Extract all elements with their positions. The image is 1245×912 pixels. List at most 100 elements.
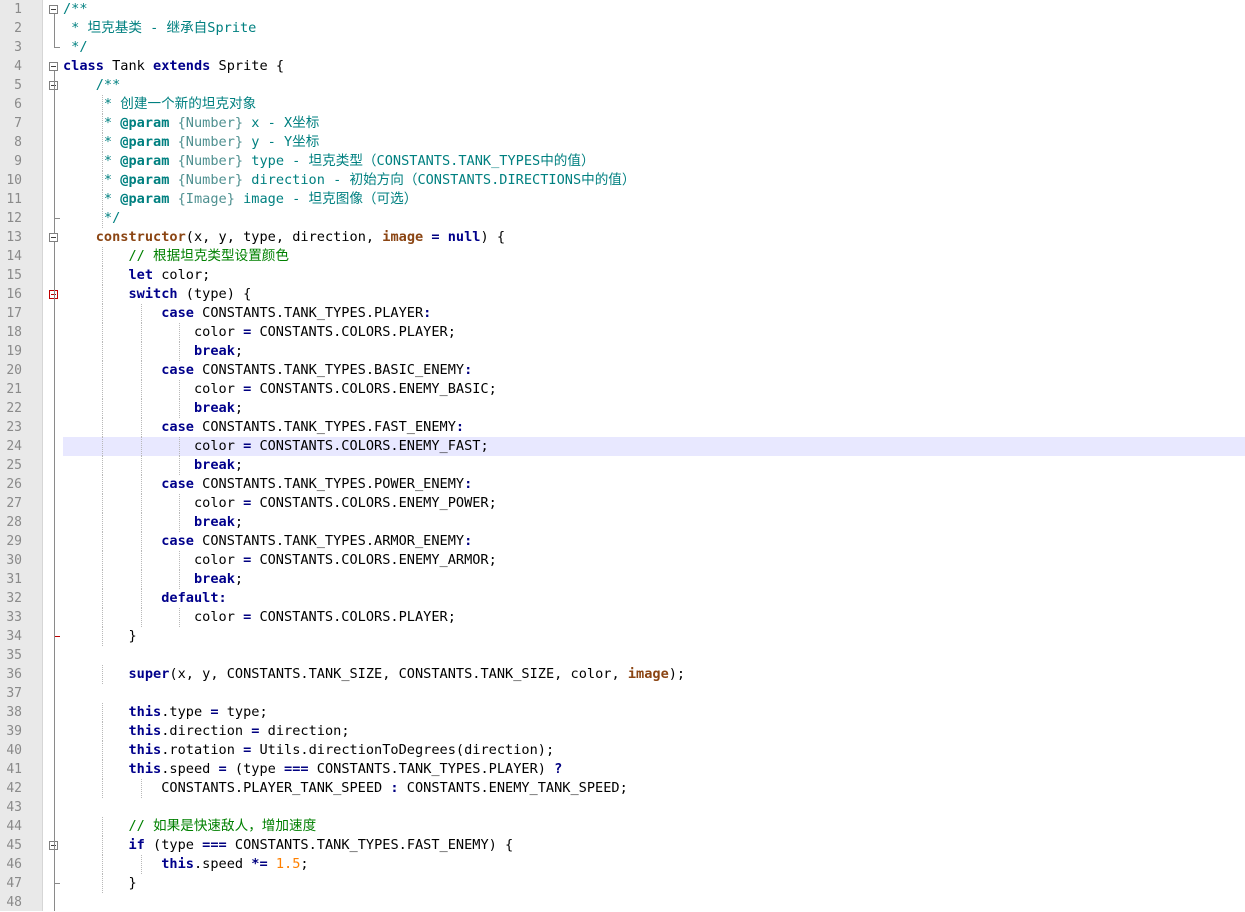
code-text[interactable]: break; — [63, 570, 1245, 589]
code-line[interactable]: 33 color = CONSTANTS.COLORS.PLAYER; — [0, 608, 1245, 627]
code-line[interactable]: 35 — [0, 646, 1245, 665]
code-line[interactable]: 39 this.direction = direction; — [0, 722, 1245, 741]
code-line[interactable]: 3 */ — [0, 38, 1245, 57]
code-line[interactable]: 11 * @param {Image} image - 坦克图像（可选） — [0, 190, 1245, 209]
code-text[interactable]: break; — [63, 342, 1245, 361]
code-line[interactable]: 47 } — [0, 874, 1245, 893]
code-line[interactable]: 10 * @param {Number} direction - 初始方向（CO… — [0, 171, 1245, 190]
code-text[interactable]: } — [63, 874, 1245, 893]
code-text[interactable]: // 如果是快速敌人，增加速度 — [63, 817, 1245, 836]
code-text[interactable]: super(x, y, CONSTANTS.TANK_SIZE, CONSTAN… — [63, 665, 1245, 684]
code-text[interactable]: if (type === CONSTANTS.TANK_TYPES.FAST_E… — [63, 836, 1245, 855]
code-line[interactable]: 1 /** — [0, 0, 1245, 19]
code-text[interactable]: */ — [63, 38, 1245, 57]
code-text[interactable]: this.rotation = Utils.directionToDegrees… — [63, 741, 1245, 760]
code-line[interactable]: 41 this.speed = (type === CONSTANTS.TANK… — [0, 760, 1245, 779]
code-line[interactable]: 13 constructor(x, y, type, direction, im… — [0, 228, 1245, 247]
code-text[interactable]: color = CONSTANTS.COLORS.ENEMY_BASIC; — [63, 380, 1245, 399]
code-text[interactable]: /** — [63, 0, 1245, 19]
code-text[interactable]: color = CONSTANTS.COLORS.PLAYER; — [63, 323, 1245, 342]
code-text[interactable]: } — [63, 627, 1245, 646]
code-text[interactable]: case CONSTANTS.TANK_TYPES.FAST_ENEMY: — [63, 418, 1245, 437]
code-line[interactable]: 40 this.rotation = Utils.directionToDegr… — [0, 741, 1245, 760]
code-line[interactable]: 48 — [0, 893, 1245, 912]
code-line[interactable]: 17 case CONSTANTS.TANK_TYPES.PLAYER: — [0, 304, 1245, 323]
code-line[interactable]: 25 break; — [0, 456, 1245, 475]
code-text[interactable] — [63, 798, 1245, 817]
code-text[interactable]: * @param {Number} x - X坐标 — [63, 114, 1245, 133]
code-text[interactable]: color = CONSTANTS.COLORS.ENEMY_POWER; — [63, 494, 1245, 513]
code-line[interactable]: 29 case CONSTANTS.TANK_TYPES.ARMOR_ENEMY… — [0, 532, 1245, 551]
code-line[interactable]: 24 color = CONSTANTS.COLORS.ENEMY_FAST; — [0, 437, 1245, 456]
code-text[interactable]: class Tank extends Sprite { — [63, 57, 1245, 76]
code-text[interactable]: this.speed = (type === CONSTANTS.TANK_TY… — [63, 760, 1245, 779]
fold-toggle[interactable] — [49, 62, 58, 71]
code-text[interactable]: break; — [63, 456, 1245, 475]
code-text[interactable]: case CONSTANTS.TANK_TYPES.PLAYER: — [63, 304, 1245, 323]
code-line[interactable]: 28 break; — [0, 513, 1245, 532]
code-text[interactable]: color = CONSTANTS.COLORS.PLAYER; — [63, 608, 1245, 627]
code-text[interactable]: break; — [63, 513, 1245, 532]
code-line[interactable]: 4 class Tank extends Sprite { — [0, 57, 1245, 76]
code-line[interactable]: 18 color = CONSTANTS.COLORS.PLAYER; — [0, 323, 1245, 342]
code-line[interactable]: 9 * @param {Number} type - 坦克类型（CONSTANT… — [0, 152, 1245, 171]
code-text[interactable]: * @param {Number} y - Y坐标 — [63, 133, 1245, 152]
code-editor[interactable]: 1/** 2 * 坦克基类 - 继承自Sprite 3 */4 class Tank … — [0, 0, 1245, 911]
code-line[interactable]: 23 case CONSTANTS.TANK_TYPES.FAST_ENEMY: — [0, 418, 1245, 437]
code-text[interactable]: this.speed *= 1.5; — [63, 855, 1245, 874]
code-line[interactable]: 26 case CONSTANTS.TANK_TYPES.POWER_ENEMY… — [0, 475, 1245, 494]
fold-toggle[interactable] — [49, 5, 58, 14]
code-text[interactable]: case CONSTANTS.TANK_TYPES.POWER_ENEMY: — [63, 475, 1245, 494]
code-line[interactable]: 37 — [0, 684, 1245, 703]
code-line[interactable]: 22 break; — [0, 399, 1245, 418]
code-line[interactable]: 38 this.type = type; — [0, 703, 1245, 722]
code-line[interactable]: 2 * 坦克基类 - 继承自Sprite — [0, 19, 1245, 38]
code-line[interactable]: 16 switch (type) { — [0, 285, 1245, 304]
code-text[interactable]: case CONSTANTS.TANK_TYPES.BASIC_ENEMY: — [63, 361, 1245, 380]
code-text[interactable]: let color; — [63, 266, 1245, 285]
code-text[interactable]: color = CONSTANTS.COLORS.ENEMY_FAST; — [63, 437, 1245, 456]
code-line[interactable]: 7 * @param {Number} x - X坐标 — [0, 114, 1245, 133]
code-text[interactable] — [63, 684, 1245, 703]
code-line[interactable]: 19 break; — [0, 342, 1245, 361]
code-line[interactable]: 43 — [0, 798, 1245, 817]
code-text[interactable]: CONSTANTS.PLAYER_TANK_SPEED : CONSTANTS.… — [63, 779, 1245, 798]
code-text[interactable]: /** — [63, 76, 1245, 95]
code-line[interactable]: 45 if (type === CONSTANTS.TANK_TYPES.FAS… — [0, 836, 1245, 855]
code-line[interactable]: 27 color = CONSTANTS.COLORS.ENEMY_POWER; — [0, 494, 1245, 513]
code-text[interactable]: default: — [63, 589, 1245, 608]
code-text[interactable]: color = CONSTANTS.COLORS.ENEMY_ARMOR; — [63, 551, 1245, 570]
code-line[interactable]: 32 default: — [0, 589, 1245, 608]
code-text[interactable] — [63, 893, 1245, 912]
code-text[interactable]: * @param {Number} type - 坦克类型（CONSTANTS.… — [63, 152, 1245, 171]
code-text[interactable]: * 坦克基类 - 继承自Sprite — [63, 19, 1245, 38]
code-line[interactable]: 5 /** — [0, 76, 1245, 95]
code-text[interactable]: switch (type) { — [63, 285, 1245, 304]
code-text[interactable]: * 创建一个新的坦克对象 — [63, 95, 1245, 114]
code-line[interactable]: 44 // 如果是快速敌人，增加速度 — [0, 817, 1245, 836]
code-text[interactable]: this.type = type; — [63, 703, 1245, 722]
code-line[interactable]: 36 super(x, y, CONSTANTS.TANK_SIZE, CONS… — [0, 665, 1245, 684]
code-text[interactable]: break; — [63, 399, 1245, 418]
code-text[interactable]: this.direction = direction; — [63, 722, 1245, 741]
code-line[interactable]: 34 } — [0, 627, 1245, 646]
code-line[interactable]: 8 * @param {Number} y - Y坐标 — [0, 133, 1245, 152]
code-text[interactable] — [63, 646, 1245, 665]
fold-toggle[interactable] — [49, 233, 58, 242]
code-text[interactable]: */ — [63, 209, 1245, 228]
code-line[interactable]: 30 color = CONSTANTS.COLORS.ENEMY_ARMOR; — [0, 551, 1245, 570]
code-line[interactable]: 42 CONSTANTS.PLAYER_TANK_SPEED : CONSTAN… — [0, 779, 1245, 798]
code-line[interactable]: 14 // 根据坦克类型设置颜色 — [0, 247, 1245, 266]
code-text[interactable]: * @param {Image} image - 坦克图像（可选） — [63, 190, 1245, 209]
code-line[interactable]: 15 let color; — [0, 266, 1245, 285]
code-line[interactable]: 20 case CONSTANTS.TANK_TYPES.BASIC_ENEMY… — [0, 361, 1245, 380]
code-text[interactable]: constructor(x, y, type, direction, image… — [63, 228, 1245, 247]
code-text[interactable]: case CONSTANTS.TANK_TYPES.ARMOR_ENEMY: — [63, 532, 1245, 551]
code-line[interactable]: 6 * 创建一个新的坦克对象 — [0, 95, 1245, 114]
code-text[interactable]: * @param {Number} direction - 初始方向（CONST… — [63, 171, 1245, 190]
code-text[interactable]: // 根据坦克类型设置颜色 — [63, 247, 1245, 266]
code-line[interactable]: 12 */ — [0, 209, 1245, 228]
code-line[interactable]: 21 color = CONSTANTS.COLORS.ENEMY_BASIC; — [0, 380, 1245, 399]
code-line[interactable]: 46 this.speed *= 1.5; — [0, 855, 1245, 874]
code-line[interactable]: 31 break; — [0, 570, 1245, 589]
